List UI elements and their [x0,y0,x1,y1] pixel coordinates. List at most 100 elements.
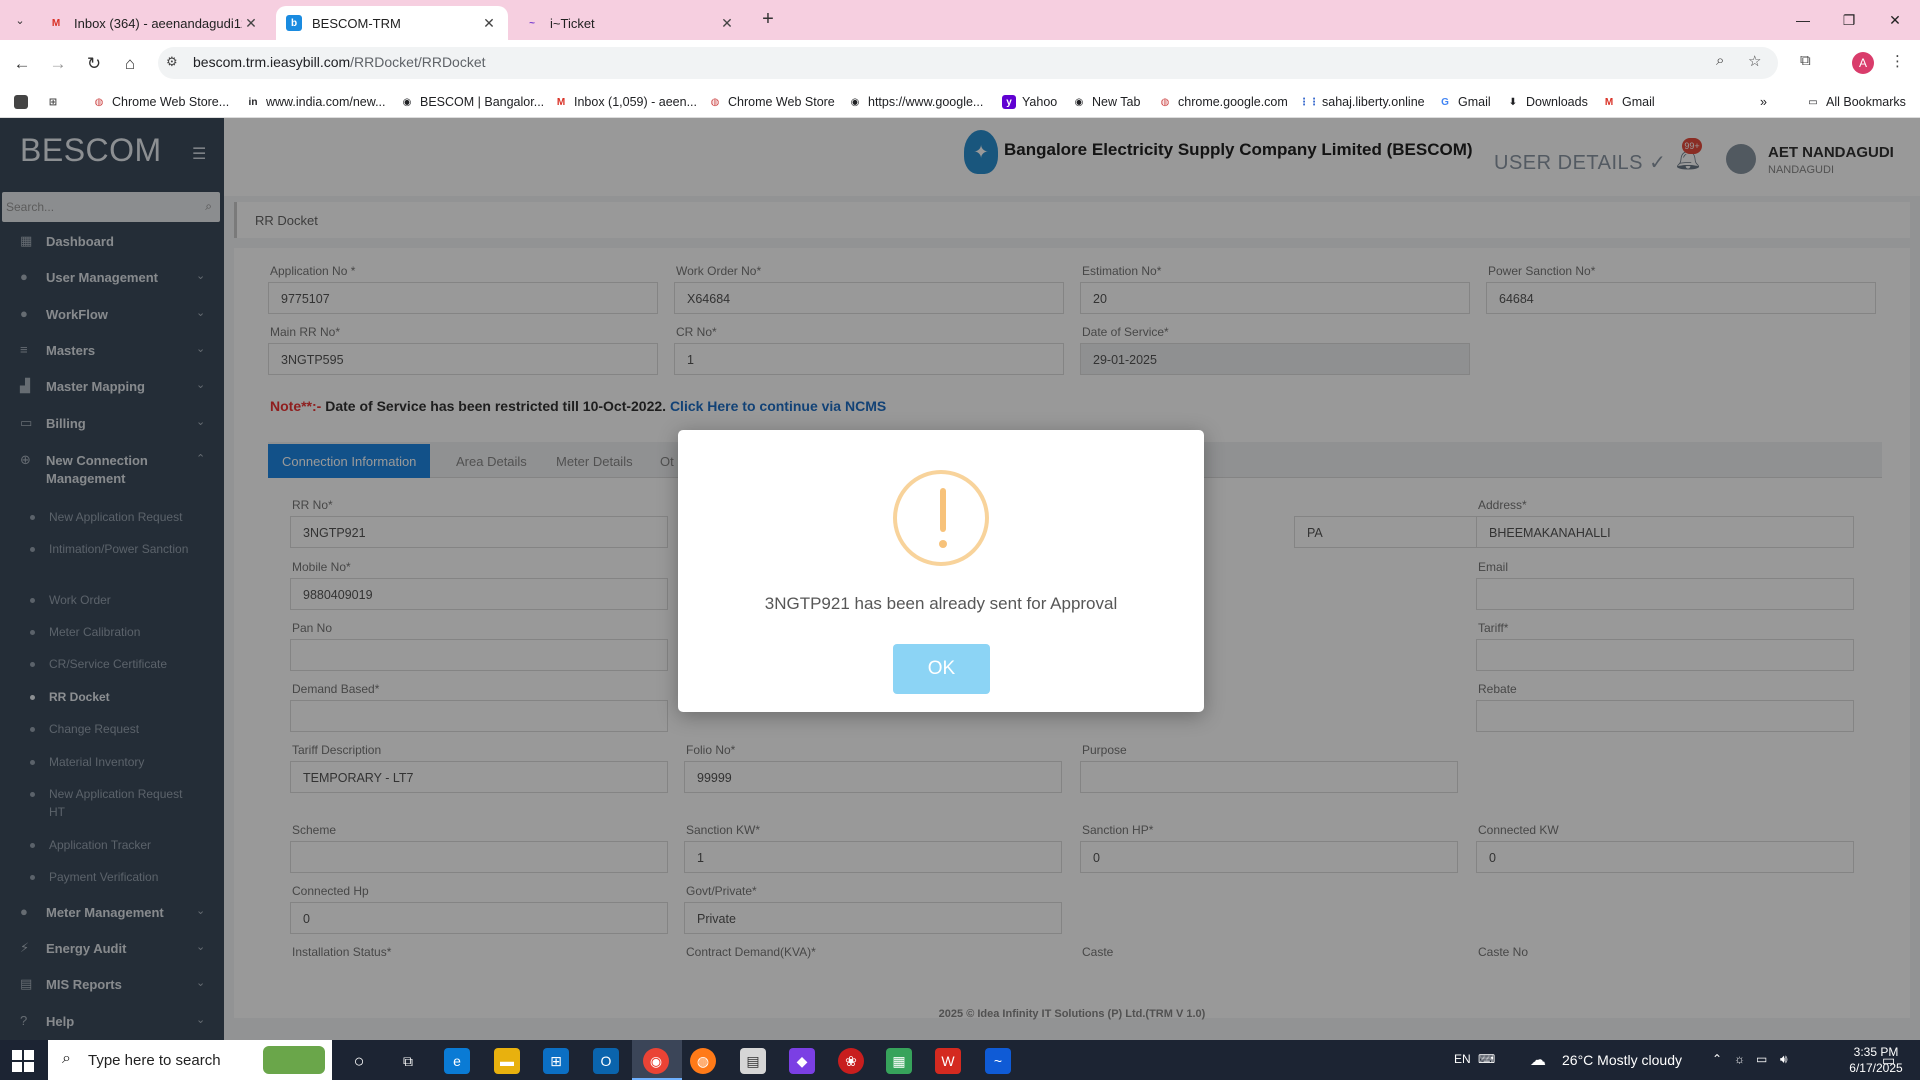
search-icon: ⌕ [62,1050,71,1067]
printer-icon[interactable]: ▤ [740,1048,766,1074]
bookmark-label: https://www.google... [868,95,984,109]
bescom-icon: b [286,15,302,31]
all-bookmarks-label: All Bookmarks [1826,95,1906,109]
bookmark-label: Gmail [1458,95,1491,109]
tab-title: Inbox (364) - aeenandagudi123 [74,15,242,31]
weather-icon[interactable]: ☁ [1530,1050,1546,1070]
reload-icon[interactable]: ↻ [80,50,108,78]
clock-time: 3:35 PM [1853,1045,1899,1059]
url-text[interactable]: bescom.trm.ieasybill.com/RRDocket/RRDock… [193,54,486,70]
bookmark-item[interactable]: in www.india.com/new... [246,92,386,112]
globe-icon: ◉ [402,96,412,108]
bookmark-item[interactable]: y Yahoo [1002,92,1057,112]
clock-date: 6/17/2025 [1849,1061,1903,1075]
search-placeholder: Type here to search [88,1052,221,1069]
bookmark-label: BESCOM | Bangalor... [420,95,545,109]
tab-title: i~Ticket [550,15,595,31]
language-indicator[interactable]: EN [1454,1052,1471,1066]
apps-grid-icon[interactable]: ⊞ [46,92,66,112]
bookmark-label: sahaj.liberty.online [1322,95,1425,109]
task-view-icon[interactable]: ⧉ [395,1048,421,1074]
bookmark-label: Yahoo [1022,95,1058,109]
close-window-button[interactable]: ✕ [1872,0,1918,40]
file-explorer-icon[interactable]: ▬ [494,1048,520,1074]
cortana-icon[interactable]: ○ [346,1048,372,1074]
outlook-icon[interactable]: O [593,1048,619,1074]
tab-bescom-trm[interactable]: b BESCOM-TRM ✕ [276,6,508,40]
close-tab-icon[interactable]: ✕ [242,15,260,32]
url-path: /RRDocket/RRDocket [350,54,486,70]
wps-icon[interactable]: W [935,1048,961,1074]
copilot-icon[interactable]: ◆ [789,1048,815,1074]
taskbar-search-input[interactable]: ⌕ Type here to search [48,1040,332,1080]
bookmark-item[interactable]: ◉ https://www.google... [848,92,984,112]
home-icon[interactable]: ⌂ [116,50,144,78]
windows-start-icon[interactable] [12,1050,34,1072]
system-clock[interactable]: 3:35 PM 6/17/2025 [1846,1044,1906,1076]
bookmark-item[interactable]: ◍ chrome.google.com [1158,92,1288,112]
globe-icon: ◉ [1074,96,1084,108]
chrome-icon[interactable]: ◉ [643,1048,669,1074]
browser-tab-bar: ⌄ M Inbox (364) - aeenandagudi123 ✕ b BE… [0,0,1920,40]
ticket-icon: ~ [529,17,535,29]
bookmark-label: Inbox (1,059) - aeen... [574,95,697,109]
bookmark-label: Chrome Web Store [728,95,835,109]
bookmark-item[interactable]: M Inbox (1,059) - aeen... [554,92,697,112]
bookmark-label: Gmail [1622,95,1655,109]
bookmark-label: New Tab [1092,95,1141,109]
bookmark-star-icon[interactable]: ☆ [1748,52,1761,70]
bookmark-item[interactable]: M Gmail [1602,92,1655,112]
minimize-button[interactable]: — [1780,0,1826,40]
firefox-icon[interactable]: ◍ [690,1048,716,1074]
calculator-icon[interactable]: ▦ [886,1048,912,1074]
tab-inbox[interactable]: M Inbox (364) - aeenandagudi123 ✕ [38,6,270,40]
yahoo-icon: y [1002,95,1016,109]
bookmark-item[interactable]: ⬇ Downloads [1506,92,1588,112]
volume-icon[interactable]: 🔊︎ [1780,1052,1788,1067]
network-icon[interactable]: ▭ [1756,1052,1767,1066]
weather-text[interactable]: 26°C Mostly cloudy [1562,1052,1682,1068]
wave-icon[interactable]: ~ [985,1048,1011,1074]
forward-icon[interactable]: → [44,50,72,78]
menu-kebab-icon[interactable]: ⋮ [1890,52,1905,70]
chevron-up-icon[interactable]: ⌃ [1712,1052,1722,1066]
profile-avatar[interactable]: A [1852,52,1874,74]
bookmark-item[interactable]: ◍ Chrome Web Store... [92,92,230,112]
chrome-store-icon: ◍ [710,96,720,108]
bookmark-label: www.india.com/new... [266,95,386,109]
search-highlight-image [263,1046,325,1074]
bookmark-item[interactable]: ◍ Chrome Web Store [708,92,835,112]
sidebar-toggle-icon[interactable] [14,92,34,112]
new-tab-button[interactable]: + [756,8,780,32]
chrome-store-icon: ◍ [94,96,104,108]
bookmark-item[interactable]: ⋮⋮ sahaj.liberty.online [1299,92,1425,112]
site-info-icon[interactable]: ⚙ [166,54,178,70]
zoom-icon[interactable]: ⌕ [1716,52,1724,69]
ok-button[interactable]: OK [893,644,990,694]
edge-icon[interactable]: e [444,1048,470,1074]
app-icon[interactable]: ❀ [838,1048,864,1074]
close-tab-icon[interactable]: ✕ [718,15,736,32]
more-bookmarks-icon[interactable]: » [1760,92,1767,112]
bookmark-item[interactable]: ◉ BESCOM | Bangalor... [400,92,545,112]
globe-icon: ◉ [850,96,860,108]
tab-iticket[interactable]: ~ i~Ticket ✕ [514,6,746,40]
gmail-icon: M [1604,96,1614,108]
onedrive-icon[interactable]: ☼ [1734,1052,1745,1066]
windows-taskbar: ⌕ Type here to search ○ ⧉ e ▬ ⊞ O ◉ ◍ ▤ … [0,1040,1920,1080]
back-icon[interactable]: ← [8,50,36,78]
bookmark-item[interactable]: G Gmail [1438,92,1491,112]
keyboard-icon[interactable]: ⌨ [1478,1052,1495,1066]
restore-button[interactable]: ❐ [1826,0,1872,40]
bookmark-label: Downloads [1526,95,1588,109]
extensions-icon[interactable]: ⧉ [1800,52,1811,69]
close-tab-icon[interactable]: ✕ [480,15,498,32]
notification-center-icon[interactable]: ▭ [1882,1052,1895,1069]
store-icon[interactable]: ⊞ [543,1048,569,1074]
india-icon: in [248,96,258,108]
bookmark-label: Chrome Web Store... [112,95,230,109]
tab-search-dropdown[interactable]: ⌄ [8,8,32,32]
all-bookmarks[interactable]: ▭ All Bookmarks [1806,92,1906,112]
gmail-icon: M [51,17,61,29]
bookmark-item[interactable]: ◉ New Tab [1072,92,1141,112]
